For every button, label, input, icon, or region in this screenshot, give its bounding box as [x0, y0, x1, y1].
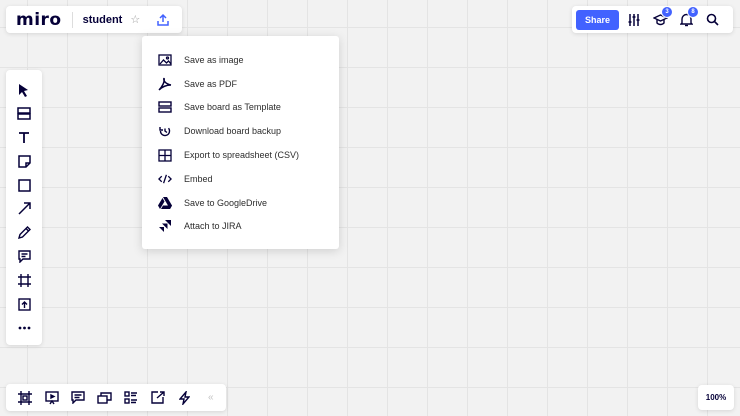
- templates-tool[interactable]: [12, 102, 36, 126]
- connection-line-tool[interactable]: [12, 197, 36, 221]
- screen-share-button[interactable]: [145, 387, 172, 409]
- menu-item-label: Attach to JIRA: [184, 221, 242, 232]
- more-tools[interactable]: [12, 316, 36, 340]
- text-icon: [19, 132, 29, 143]
- pen-tool[interactable]: [12, 221, 36, 245]
- activity-button[interactable]: [171, 387, 198, 409]
- presentation-icon: [45, 390, 59, 404]
- notifications-badge: 8: [687, 5, 699, 18]
- comment-icon: [71, 391, 85, 404]
- shape-tool[interactable]: [12, 173, 36, 197]
- star-icon[interactable]: ☆: [130, 13, 140, 26]
- cards-button[interactable]: [92, 387, 119, 409]
- menu-item-google-drive[interactable]: Save to GoogleDrive: [142, 191, 339, 215]
- upload-icon: [157, 13, 169, 26]
- board-overview-button[interactable]: [118, 387, 145, 409]
- frame-icon: [18, 390, 33, 405]
- notifications-button[interactable]: 8: [675, 5, 699, 31]
- bottom-toolbar: «: [6, 384, 226, 411]
- search-button[interactable]: [701, 9, 723, 31]
- comment-icon: [17, 250, 31, 263]
- template-icon: [158, 100, 172, 114]
- menu-item-jira[interactable]: Attach to JIRA: [142, 215, 339, 239]
- menu-item-label: Download board backup: [184, 126, 282, 137]
- menu-item-embed[interactable]: Embed: [142, 167, 339, 191]
- menu-item-label: Embed: [184, 173, 213, 184]
- frames-button[interactable]: [12, 387, 39, 409]
- select-tool[interactable]: [12, 78, 36, 102]
- cursor-icon: [19, 83, 28, 97]
- left-toolbar: [6, 70, 42, 345]
- upload-tool[interactable]: [12, 292, 36, 316]
- backup-icon: [158, 124, 172, 138]
- lightning-icon: [178, 390, 190, 405]
- sticky-note-tool[interactable]: [12, 149, 36, 173]
- zoom-level[interactable]: 100%: [698, 385, 734, 410]
- sticky-note-icon: [17, 155, 31, 168]
- menu-item-label: Save as image: [184, 54, 244, 65]
- cards-icon: [97, 391, 112, 404]
- menu-item-label: Save board as Template: [184, 102, 281, 113]
- upload-icon: [17, 297, 31, 311]
- menu-item-export-csv[interactable]: Export to spreadsheet (CSV): [142, 143, 339, 167]
- image-icon: [158, 53, 172, 67]
- comments-button[interactable]: [65, 387, 92, 409]
- menu-item-save-pdf[interactable]: Save as PDF: [142, 72, 339, 96]
- collapse-toolbar-button[interactable]: «: [198, 387, 225, 409]
- text-tool[interactable]: [12, 126, 36, 150]
- sliders-icon: [628, 13, 640, 26]
- board-name[interactable]: student: [83, 14, 123, 26]
- divider: [71, 11, 73, 28]
- double-chevron-left-icon: «: [207, 392, 214, 403]
- menu-item-download-backup[interactable]: Download board backup: [142, 119, 339, 143]
- export-button[interactable]: [152, 9, 174, 31]
- search-icon: [706, 13, 719, 26]
- jira-icon: [158, 219, 172, 233]
- board-header: miro student ☆: [6, 6, 182, 33]
- share-screen-icon: [151, 391, 165, 404]
- menu-item-save-image[interactable]: Save as image: [142, 48, 339, 72]
- embed-icon: [158, 172, 172, 186]
- templates-icon: [17, 107, 31, 120]
- pdf-icon: [158, 77, 172, 91]
- top-right-toolbar: Share 3 8: [572, 5, 733, 33]
- frame-icon: [17, 273, 31, 287]
- settings-button[interactable]: [623, 9, 645, 31]
- share-button[interactable]: Share: [576, 9, 619, 30]
- learning-badge: 3: [661, 5, 673, 18]
- frame-tool[interactable]: [12, 268, 36, 292]
- spreadsheet-icon: [158, 148, 172, 162]
- more-icon: [18, 326, 30, 330]
- miro-logo[interactable]: miro: [16, 10, 62, 30]
- presentation-button[interactable]: [39, 387, 66, 409]
- menu-item-label: Save as PDF: [184, 78, 238, 89]
- export-menu: Save as image Save as PDF Save board as …: [142, 36, 339, 249]
- menu-item-save-template[interactable]: Save board as Template: [142, 96, 339, 120]
- menu-item-label: Export to spreadsheet (CSV): [184, 150, 300, 161]
- learning-button[interactable]: 3: [649, 5, 673, 31]
- rectangle-icon: [17, 178, 31, 192]
- menu-item-label: Save to GoogleDrive: [184, 197, 268, 208]
- comment-tool[interactable]: [12, 245, 36, 269]
- arrow-line-icon: [17, 202, 31, 215]
- pen-icon: [17, 226, 31, 240]
- list-icon: [124, 391, 138, 404]
- google-drive-icon: [158, 196, 172, 210]
